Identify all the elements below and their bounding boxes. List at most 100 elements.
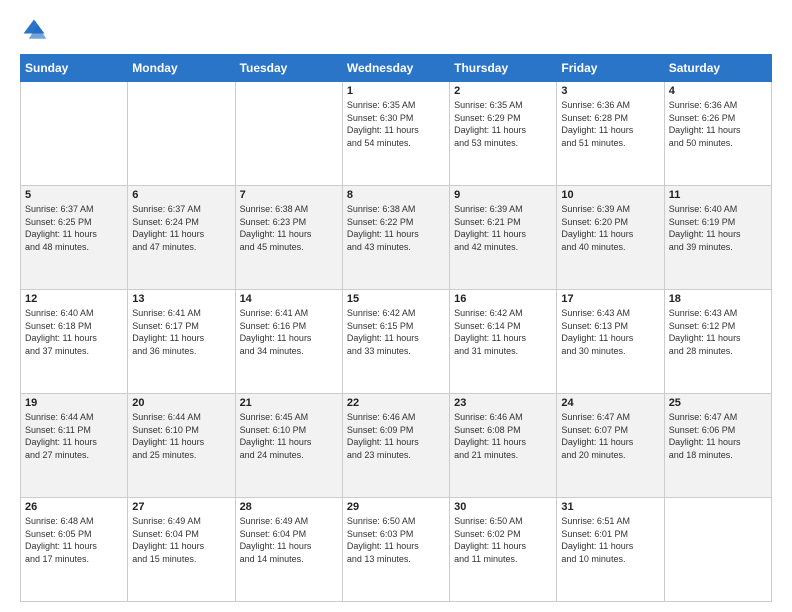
day-info: Sunrise: 6:43 AM Sunset: 6:13 PM Dayligh… — [561, 307, 659, 357]
day-info: Sunrise: 6:41 AM Sunset: 6:16 PM Dayligh… — [240, 307, 338, 357]
day-info: Sunrise: 6:38 AM Sunset: 6:23 PM Dayligh… — [240, 203, 338, 253]
table-row: 4 Sunrise: 6:36 AM Sunset: 6:26 PM Daylig… — [664, 82, 771, 186]
table-row: 3 Sunrise: 6:36 AM Sunset: 6:28 PM Daylig… — [557, 82, 664, 186]
table-row: 19 Sunrise: 6:44 AM Sunset: 6:11 PM Dayli… — [21, 394, 128, 498]
table-row: 29 Sunrise: 6:50 AM Sunset: 6:03 PM Dayli… — [342, 498, 449, 602]
day-number: 9 — [454, 189, 552, 201]
day-info: Sunrise: 6:35 AM Sunset: 6:30 PM Dayligh… — [347, 99, 445, 149]
day-info: Sunrise: 6:44 AM Sunset: 6:11 PM Dayligh… — [25, 411, 123, 461]
day-info: Sunrise: 6:48 AM Sunset: 6:05 PM Dayligh… — [25, 515, 123, 565]
day-number: 6 — [132, 189, 230, 201]
table-row: 12Sunrise: 6:40 AM Sunset: 6:18 PM Dayli… — [21, 290, 128, 394]
day-info: Sunrise: 6:47 AM Sunset: 6:07 PM Dayligh… — [561, 411, 659, 461]
table-row: 10 Sunrise: 6:39 AM Sunset: 6:20 PM Dayli… — [557, 186, 664, 290]
day-number: 30 — [454, 501, 552, 513]
day-info: Sunrise: 6:39 AM Sunset: 6:21 PM Dayligh… — [454, 203, 552, 253]
day-info: Sunrise: 6:38 AM Sunset: 6:22 PM Dayligh… — [347, 203, 445, 253]
day-number: 20 — [132, 397, 230, 409]
day-info: Sunrise: 6:36 AM Sunset: 6:28 PM Dayligh… — [561, 99, 659, 149]
day-number: 18 — [669, 293, 767, 305]
table-row: 20 Sunrise: 6:44 AM Sunset: 6:10 PM Dayli… — [128, 394, 235, 498]
table-row: 16 Sunrise: 6:42 AM Sunset: 6:14 PM Dayli… — [450, 290, 557, 394]
day-info: Sunrise: 6:39 AM Sunset: 6:20 PM Dayligh… — [561, 203, 659, 253]
header-tuesday: Tuesday — [235, 55, 342, 82]
table-row: 15 Sunrise: 6:42 AM Sunset: 6:15 PM Dayli… — [342, 290, 449, 394]
logo — [20, 16, 52, 44]
header-monday: Monday — [128, 55, 235, 82]
day-number: 13 — [132, 293, 230, 305]
day-number: 16 — [454, 293, 552, 305]
day-number: 15 — [347, 293, 445, 305]
day-info: Sunrise: 6:43 AM Sunset: 6:12 PM Dayligh… — [669, 307, 767, 357]
calendar-week-row: 26 Sunrise: 6:48 AM Sunset: 6:05 PM Dayli… — [21, 498, 772, 602]
table-row: 5 Sunrise: 6:37 AM Sunset: 6:25 PM Daylig… — [21, 186, 128, 290]
table-row — [21, 82, 128, 186]
day-info: Sunrise: 6:50 AM Sunset: 6:03 PM Dayligh… — [347, 515, 445, 565]
day-info: Sunrise: 6:42 AM Sunset: 6:14 PM Dayligh… — [454, 307, 552, 357]
day-number: 29 — [347, 501, 445, 513]
day-number: 4 — [669, 85, 767, 97]
table-row: 11Sunrise: 6:40 AM Sunset: 6:19 PM Dayli… — [664, 186, 771, 290]
day-number: 22 — [347, 397, 445, 409]
table-row: 24 Sunrise: 6:47 AM Sunset: 6:07 PM Dayli… — [557, 394, 664, 498]
day-number: 14 — [240, 293, 338, 305]
day-info: Sunrise: 6:40 AM Sunset: 6:19 PM Dayligh… — [669, 203, 767, 253]
table-row: 9 Sunrise: 6:39 AM Sunset: 6:21 PM Daylig… — [450, 186, 557, 290]
day-number: 1 — [347, 85, 445, 97]
day-number: 19 — [25, 397, 123, 409]
day-number: 3 — [561, 85, 659, 97]
day-number: 8 — [347, 189, 445, 201]
table-row — [664, 498, 771, 602]
table-row: 18 Sunrise: 6:43 AM Sunset: 6:12 PM Dayli… — [664, 290, 771, 394]
day-info: Sunrise: 6:50 AM Sunset: 6:02 PM Dayligh… — [454, 515, 552, 565]
calendar-week-row: 1 Sunrise: 6:35 AM Sunset: 6:30 PM Daylig… — [21, 82, 772, 186]
day-number: 12 — [25, 293, 123, 305]
table-row: 27 Sunrise: 6:49 AM Sunset: 6:04 PM Dayli… — [128, 498, 235, 602]
header — [20, 16, 772, 44]
day-info: Sunrise: 6:49 AM Sunset: 6:04 PM Dayligh… — [132, 515, 230, 565]
table-row: 23 Sunrise: 6:46 AM Sunset: 6:08 PM Dayli… — [450, 394, 557, 498]
table-row: 14 Sunrise: 6:41 AM Sunset: 6:16 PM Dayli… — [235, 290, 342, 394]
day-info: Sunrise: 6:36 AM Sunset: 6:26 PM Dayligh… — [669, 99, 767, 149]
table-row: 8 Sunrise: 6:38 AM Sunset: 6:22 PM Daylig… — [342, 186, 449, 290]
day-info: Sunrise: 6:44 AM Sunset: 6:10 PM Dayligh… — [132, 411, 230, 461]
header-wednesday: Wednesday — [342, 55, 449, 82]
table-row: 26 Sunrise: 6:48 AM Sunset: 6:05 PM Dayli… — [21, 498, 128, 602]
table-row: 6 Sunrise: 6:37 AM Sunset: 6:24 PM Daylig… — [128, 186, 235, 290]
day-number: 27 — [132, 501, 230, 513]
day-info: Sunrise: 6:46 AM Sunset: 6:08 PM Dayligh… — [454, 411, 552, 461]
day-info: Sunrise: 6:45 AM Sunset: 6:10 PM Dayligh… — [240, 411, 338, 461]
day-number: 17 — [561, 293, 659, 305]
header-friday: Friday — [557, 55, 664, 82]
day-info: Sunrise: 6:41 AM Sunset: 6:17 PM Dayligh… — [132, 307, 230, 357]
header-saturday: Saturday — [664, 55, 771, 82]
day-number: 7 — [240, 189, 338, 201]
day-number: 23 — [454, 397, 552, 409]
calendar-table: Sunday Monday Tuesday Wednesday Thursday… — [20, 54, 772, 602]
header-sunday: Sunday — [21, 55, 128, 82]
day-info: Sunrise: 6:37 AM Sunset: 6:24 PM Dayligh… — [132, 203, 230, 253]
day-number: 25 — [669, 397, 767, 409]
day-number: 28 — [240, 501, 338, 513]
day-number: 10 — [561, 189, 659, 201]
table-row: 1 Sunrise: 6:35 AM Sunset: 6:30 PM Daylig… — [342, 82, 449, 186]
day-number: 26 — [25, 501, 123, 513]
table-row — [128, 82, 235, 186]
day-info: Sunrise: 6:47 AM Sunset: 6:06 PM Dayligh… — [669, 411, 767, 461]
calendar-week-row: 5 Sunrise: 6:37 AM Sunset: 6:25 PM Daylig… — [21, 186, 772, 290]
logo-icon — [20, 16, 48, 44]
day-info: Sunrise: 6:42 AM Sunset: 6:15 PM Dayligh… — [347, 307, 445, 357]
day-info: Sunrise: 6:51 AM Sunset: 6:01 PM Dayligh… — [561, 515, 659, 565]
day-number: 5 — [25, 189, 123, 201]
table-row: 30 Sunrise: 6:50 AM Sunset: 6:02 PM Dayli… — [450, 498, 557, 602]
day-info: Sunrise: 6:37 AM Sunset: 6:25 PM Dayligh… — [25, 203, 123, 253]
table-row: 17 Sunrise: 6:43 AM Sunset: 6:13 PM Dayli… — [557, 290, 664, 394]
table-row: 31Sunrise: 6:51 AM Sunset: 6:01 PM Dayli… — [557, 498, 664, 602]
table-row: 7 Sunrise: 6:38 AM Sunset: 6:23 PM Daylig… — [235, 186, 342, 290]
day-number: 2 — [454, 85, 552, 97]
header-thursday: Thursday — [450, 55, 557, 82]
day-info: Sunrise: 6:49 AM Sunset: 6:04 PM Dayligh… — [240, 515, 338, 565]
day-number: 21 — [240, 397, 338, 409]
day-number: 24 — [561, 397, 659, 409]
table-row: 13 Sunrise: 6:41 AM Sunset: 6:17 PM Dayli… — [128, 290, 235, 394]
